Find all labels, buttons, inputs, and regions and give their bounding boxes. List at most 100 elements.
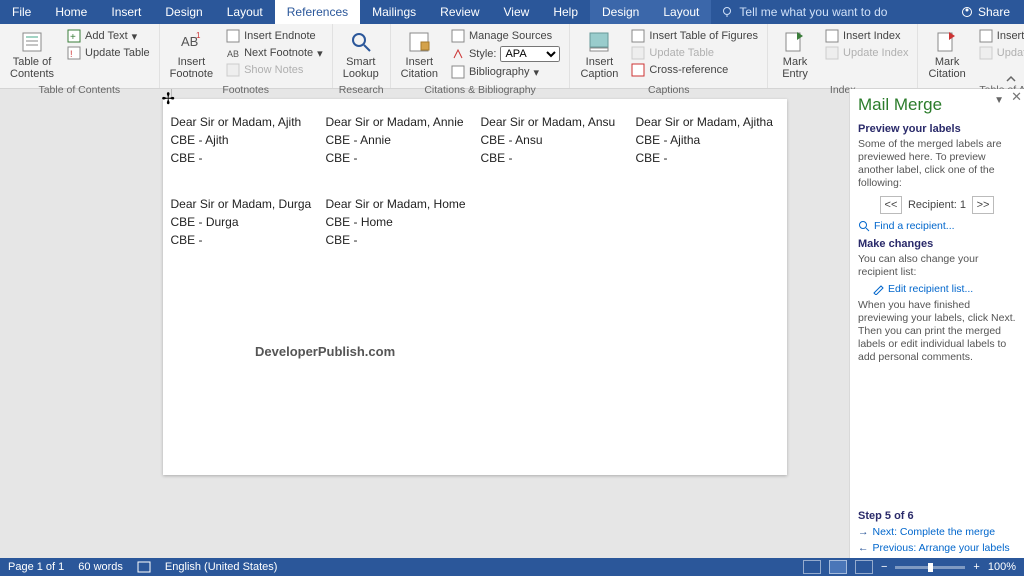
document-viewport[interactable]: ✢ Dear Sir or Madam, AjithCBE - AjithCBE… xyxy=(0,89,849,558)
tab-table-layout[interactable]: Layout xyxy=(651,0,711,24)
add-text-icon: + xyxy=(67,29,81,43)
bibliography-label: Bibliography xyxy=(469,66,530,78)
spellcheck-icon[interactable] xyxy=(137,561,151,573)
insert-footnote-button[interactable]: AB1 Insert Footnote xyxy=(166,28,217,82)
finish-body: When you have finished previewing your l… xyxy=(858,299,1016,364)
word-count[interactable]: 60 words xyxy=(78,561,123,573)
find-recipient-label: Find a recipient... xyxy=(874,220,955,232)
web-layout-button[interactable] xyxy=(855,560,873,574)
table-of-contents-button[interactable]: Table of Contents xyxy=(6,28,58,82)
update-index-button[interactable]: Update Index xyxy=(822,45,911,61)
label-cell[interactable]: Dear Sir or Madam, AnnieCBE - AnnieCBE - xyxy=(320,111,475,193)
tab-layout[interactable]: Layout xyxy=(215,0,275,24)
update-table-figures-button[interactable]: Update Table xyxy=(628,45,761,61)
label-cell[interactable]: Dear Sir or Madam, AjithCBE - AjithCBE - xyxy=(165,111,320,193)
update-icon: ! xyxy=(67,46,81,60)
caption-label: Insert Caption xyxy=(580,56,618,80)
search-icon xyxy=(858,220,870,232)
next-step-link[interactable]: → Next: Complete the merge xyxy=(858,526,1016,538)
label-line3: CBE - xyxy=(171,231,314,249)
tab-insert[interactable]: Insert xyxy=(99,0,153,24)
find-recipient-link[interactable]: Find a recipient... xyxy=(858,220,1016,232)
zoom-slider[interactable] xyxy=(895,566,965,569)
recipient-label: Recipient: 1 xyxy=(908,199,966,211)
label-greeting: Dear Sir or Madam, Ansu xyxy=(481,113,624,131)
table-move-handle[interactable]: ✢ xyxy=(162,89,172,99)
tab-table-design[interactable]: Design xyxy=(590,0,651,24)
svg-text:!: ! xyxy=(70,49,73,59)
preview-body: Some of the merged labels are previewed … xyxy=(858,138,1016,190)
tab-mailings[interactable]: Mailings xyxy=(360,0,428,24)
cross-ref-label: Cross-reference xyxy=(649,64,728,76)
zoom-out-button[interactable]: − xyxy=(881,561,887,573)
share-button[interactable]: Share xyxy=(947,5,1024,19)
smart-lookup-label: Smart Lookup xyxy=(343,56,379,80)
tab-review[interactable]: Review xyxy=(428,0,491,24)
add-text-button[interactable]: + Add Text ▾ xyxy=(64,28,153,44)
next-footnote-button[interactable]: ABNext Footnote▾ xyxy=(223,45,326,61)
insert-endnote-button[interactable]: Insert Endnote xyxy=(223,28,326,44)
authorities-icon xyxy=(979,29,993,43)
add-text-label: Add Text xyxy=(85,30,128,42)
manage-sources-label: Manage Sources xyxy=(469,30,552,42)
update-index-icon xyxy=(825,46,839,60)
tab-file[interactable]: File xyxy=(0,0,43,24)
mark-entry-button[interactable]: Mark Entry xyxy=(774,28,816,82)
label-cell[interactable]: Dear Sir or Madam, AnsuCBE - AnsuCBE - xyxy=(475,111,630,193)
zoom-level[interactable]: 100% xyxy=(988,561,1016,573)
update-authorities-button[interactable]: Update Table xyxy=(976,45,1024,61)
smart-lookup-button[interactable]: Smart Lookup xyxy=(339,28,383,82)
insert-citation-button[interactable]: Insert Citation xyxy=(397,28,442,82)
svg-text:AB: AB xyxy=(227,49,239,59)
show-notes-button[interactable]: Show Notes xyxy=(223,62,326,78)
cross-reference-button[interactable]: Cross-reference xyxy=(628,62,761,78)
edit-icon xyxy=(872,283,884,295)
pane-close-button[interactable]: ✕ xyxy=(1011,89,1022,105)
document-page[interactable]: Dear Sir or Madam, AjithCBE - AjithCBE -… xyxy=(163,99,787,475)
pane-options-button[interactable]: ▼ xyxy=(994,95,1004,106)
label-cell[interactable]: Dear Sir or Madam, AjithaCBE - AjithaCBE… xyxy=(630,111,785,193)
show-notes-icon xyxy=(226,63,240,77)
zoom-in-button[interactable]: + xyxy=(973,561,979,573)
tab-help[interactable]: Help xyxy=(541,0,590,24)
tab-references[interactable]: References xyxy=(275,0,360,24)
insert-table-figures-button[interactable]: Insert Table of Figures xyxy=(628,28,761,44)
language-status[interactable]: English (United States) xyxy=(165,561,278,573)
tell-me-search[interactable]: Tell me what you want to do xyxy=(711,5,897,19)
mark-citation-icon xyxy=(935,30,959,54)
tab-design[interactable]: Design xyxy=(153,0,214,24)
tab-view[interactable]: View xyxy=(492,0,542,24)
footnote-label: Insert Footnote xyxy=(170,56,213,80)
prev-step-link[interactable]: ← Previous: Arrange your labels xyxy=(858,542,1016,554)
label-cell[interactable]: Dear Sir or Madam, DurgaCBE - DurgaCBE - xyxy=(165,193,320,275)
bibliography-button[interactable]: Bibliography▾ xyxy=(448,64,564,80)
collapse-ribbon-button[interactable] xyxy=(1004,72,1018,86)
manage-sources-button[interactable]: Manage Sources xyxy=(448,28,564,44)
insert-caption-button[interactable]: Insert Caption xyxy=(576,28,622,82)
label-line3: CBE - xyxy=(326,231,469,249)
read-mode-button[interactable] xyxy=(803,560,821,574)
print-layout-button[interactable] xyxy=(829,560,847,574)
tell-me-label: Tell me what you want to do xyxy=(739,5,887,19)
label-cell[interactable]: Dear Sir or Madam, HomeCBE - HomeCBE - xyxy=(320,193,475,275)
style-select[interactable]: APA xyxy=(500,46,560,62)
mark-citation-button[interactable]: Mark Citation xyxy=(924,28,969,82)
tab-home[interactable]: Home xyxy=(43,0,99,24)
next-footnote-label: Next Footnote xyxy=(244,47,313,59)
edit-recipient-link[interactable]: Edit recipient list... xyxy=(872,283,1016,295)
update-authorities-label: Update Table xyxy=(997,47,1024,59)
svg-text:+: + xyxy=(70,32,76,43)
insert-index-button[interactable]: Insert Index xyxy=(822,28,911,44)
insert-index-label: Insert Index xyxy=(843,30,900,42)
page-status[interactable]: Page 1 of 1 xyxy=(8,561,64,573)
chevron-down-icon: ▾ xyxy=(132,30,138,43)
label-line2: CBE - Ansu xyxy=(481,131,624,149)
mark-entry-icon xyxy=(783,30,807,54)
insert-authorities-button[interactable]: Insert Table of Authorities xyxy=(976,28,1024,44)
label-greeting: Dear Sir or Madam, Annie xyxy=(326,113,469,131)
update-table-button[interactable]: !Update Table xyxy=(64,45,153,61)
citation-style-row: Style: APA xyxy=(448,45,564,63)
next-recipient-button[interactable]: >> xyxy=(972,196,994,214)
ribbon-tabs: File Home Insert Design Layout Reference… xyxy=(0,0,1024,24)
prev-recipient-button[interactable]: << xyxy=(880,196,902,214)
